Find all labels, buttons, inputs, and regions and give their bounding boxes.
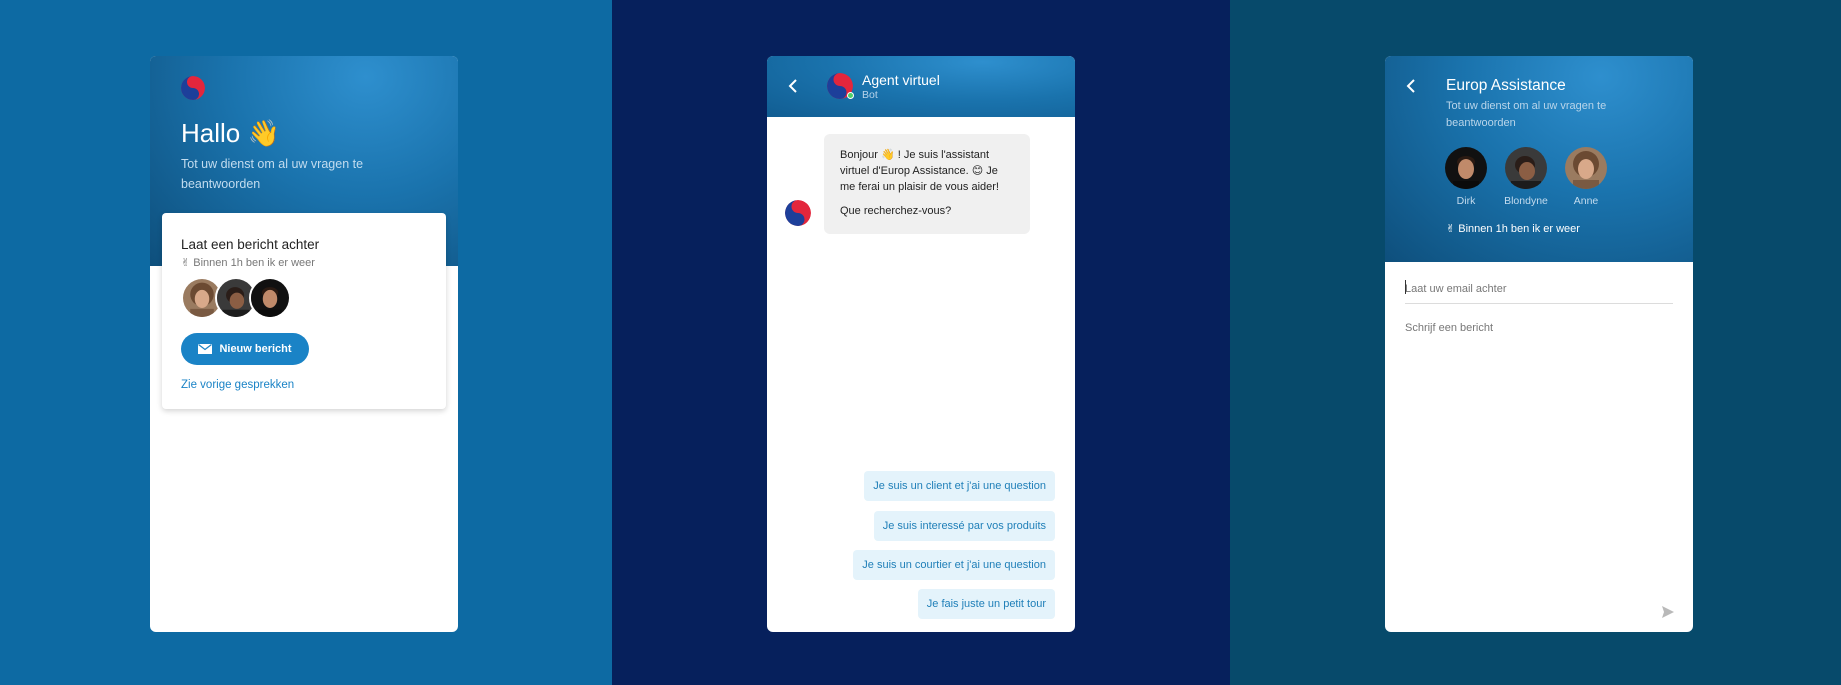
- quick-reply-button[interactable]: Je suis un client et j'ai une question: [864, 471, 1055, 501]
- chevron-left-icon: [788, 79, 797, 93]
- company-title: Europ Assistance: [1446, 77, 1566, 94]
- email-field[interactable]: [1405, 274, 1673, 304]
- company-subtitle: Tot uw dienst om al uw vragen te beantwo…: [1446, 100, 1607, 129]
- bot-message-question: Que recherchez-vous?: [840, 205, 952, 217]
- send-icon: [1662, 606, 1674, 618]
- quick-reply-button[interactable]: Je suis interessé par vos produits: [873, 511, 1055, 541]
- team-avatars: [181, 277, 311, 319]
- greeting-title: Hallo 👋: [181, 118, 280, 148]
- text-cursor: [1405, 280, 1406, 294]
- agent-name: Agent virtuel: [862, 72, 940, 88]
- chat-widget: Agent virtuel Bot Bonjour 👋 ! Je suis l'…: [767, 56, 1075, 632]
- envelope-icon: [198, 344, 213, 354]
- team-member-name: Dirk: [1456, 195, 1476, 207]
- back-button[interactable]: [783, 76, 803, 96]
- contact-form-panel: Europ Assistance Tot uw dienst om al uw …: [1230, 0, 1841, 685]
- agent-role: Bot: [862, 89, 878, 101]
- new-message-button[interactable]: Nieuw bericht: [181, 333, 309, 365]
- message-field[interactable]: [1405, 322, 1673, 522]
- team-member: Anne: [1556, 147, 1616, 207]
- back-button[interactable]: [1401, 76, 1421, 96]
- card-title: Laat een bericht achter: [181, 237, 320, 252]
- bot-chat-panel: Agent virtuel Bot Bonjour 👋 ! Je suis l'…: [612, 0, 1230, 685]
- team-member: Blondyne: [1496, 147, 1556, 207]
- bot-message-text: Bonjour 👋 ! Je suis l'assistant virtuel …: [840, 149, 999, 193]
- new-message-label: Nieuw bericht: [219, 343, 292, 355]
- send-button[interactable]: [1661, 605, 1675, 619]
- contact-widget: Europ Assistance Tot uw dienst om al uw …: [1385, 56, 1693, 632]
- welcome-panel: Hallo 👋 Tot uw dienst om al uw vragen te…: [0, 0, 612, 685]
- team-member-name: Anne: [1573, 195, 1599, 207]
- team-member: Dirk: [1436, 147, 1496, 207]
- greeting-subtitle: Tot uw dienst om al uw vragen te beantwo…: [181, 157, 364, 191]
- team-member-name: Blondyne: [1504, 195, 1548, 207]
- previous-conversations-link[interactable]: Zie vorige gesprekken: [181, 379, 294, 391]
- response-time: ✌ Binnen 1h ben ik er weer: [1446, 223, 1580, 235]
- welcome-widget: Hallo 👋 Tot uw dienst om al uw vragen te…: [150, 56, 458, 632]
- avatar: [1505, 147, 1547, 189]
- quick-reply-button[interactable]: Je suis un courtier et j'ai une question: [853, 550, 1055, 580]
- chevron-left-icon: [1406, 79, 1415, 93]
- brand-logo-icon: [181, 76, 205, 100]
- avatar: [1565, 147, 1607, 189]
- response-time: ✌ Binnen 1h ben ik er weer: [181, 257, 315, 269]
- online-status-icon: [847, 92, 854, 99]
- chat-header: Agent virtuel Bot: [767, 56, 1075, 117]
- quick-reply-button[interactable]: Je fais juste un petit tour: [917, 589, 1055, 619]
- contact-header: Europ Assistance Tot uw dienst om al uw …: [1385, 56, 1693, 262]
- leave-message-card: Laat een bericht achter ✌ Binnen 1h ben …: [162, 213, 446, 409]
- bot-message-bubble: Bonjour 👋 ! Je suis l'assistant virtuel …: [824, 134, 1030, 234]
- bot-avatar-icon: [785, 200, 811, 226]
- avatar: [1445, 147, 1487, 189]
- avatar: [249, 277, 291, 319]
